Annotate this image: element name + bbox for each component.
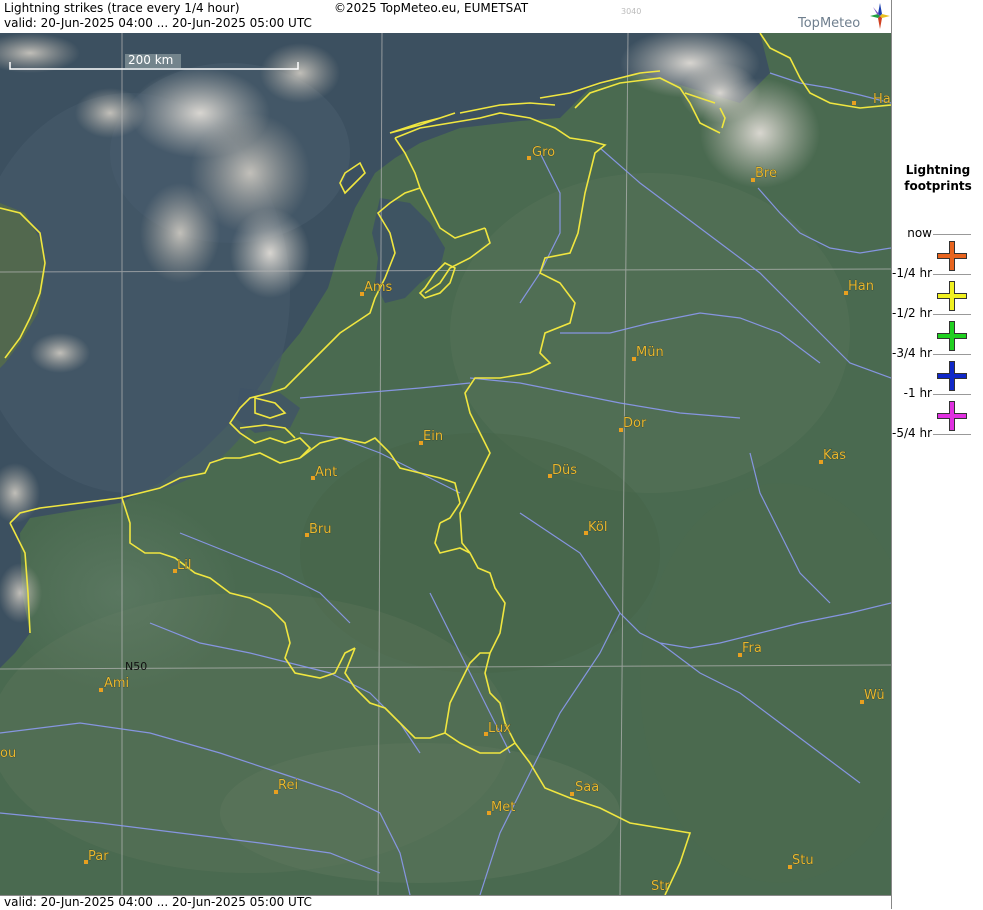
map-view[interactable]: N50 200 km Ha Bre Gro Ams Han Mün Dor Ei… (0, 33, 891, 895)
legend-divider (933, 394, 971, 395)
legend-divider (933, 354, 971, 355)
city-dot (99, 688, 103, 692)
scale-label: 200 km (128, 53, 173, 67)
map-title: Lightning strikes (trace every 1/4 hour) (4, 1, 240, 15)
map-code: 3040 (621, 7, 642, 16)
legend-row: -1 hr (892, 386, 983, 434)
lightning-legend: Lightning footprints -5/4 hr now -1/4 hr -… (891, 0, 983, 909)
city-label-hamburg: Ha (873, 92, 891, 107)
city-label-brussels: Bru (309, 522, 332, 537)
legend-label: now (907, 226, 932, 240)
legend-divider (933, 274, 971, 275)
footer-valid-time: valid: 20-Jun-2025 04:00 ... 20-Jun-2025… (4, 895, 312, 909)
satellite-map[interactable]: N50 200 km Ha Bre Gro Ams Han Mün Dor Ei… (0, 33, 891, 895)
city-label-koeln: Köl (588, 520, 607, 535)
city-label-stuttgart: Stu (792, 853, 814, 868)
city-label-frankfurt: Fra (742, 641, 762, 656)
topmeteo-logo[interactable]: TopMeteo (798, 3, 890, 31)
logo-text: TopMeteo (798, 16, 861, 31)
lightning-cross-icon (937, 361, 967, 391)
legend-label: -1/2 hr (892, 306, 932, 320)
lightning-cross-icon (937, 321, 967, 351)
legend-divider (933, 314, 971, 315)
legend-title: Lightning footprints (892, 162, 983, 194)
lightning-cross-icon (937, 401, 967, 431)
lightning-cross-icon (937, 281, 967, 311)
city-label-bremen: Bre (755, 166, 777, 181)
city-label-hannover: Han (848, 279, 874, 294)
city-label-paris: Par (88, 849, 109, 864)
legend-label: -1/4 hr (892, 266, 932, 280)
valid-time: valid: 20-Jun-2025 04:00 ... 20-Jun-2025… (4, 16, 312, 30)
legend-title-line1: Lightning (905, 163, 971, 177)
compass-star-icon (870, 3, 890, 29)
latitude-label: N50 (125, 660, 147, 673)
city-label-amiens: Ami (104, 676, 129, 691)
legend-label: -1 hr (903, 386, 932, 400)
city-label-dortmund: Dor (623, 416, 647, 431)
city-label-duesseldorf: Düs (552, 463, 577, 478)
map-header: Lightning strikes (trace every 1/4 hour)… (0, 0, 891, 33)
city-label-strasbourg: Str (651, 879, 670, 894)
city-label-kassel: Kas (823, 448, 846, 463)
city-label-amsterdam: Ams (364, 280, 393, 295)
legend-divider (933, 234, 971, 235)
city-label-saarbruecken: Saa (575, 780, 599, 795)
city-label-rouen: ou (0, 746, 16, 761)
legend-title-line2: footprints (904, 179, 972, 193)
city-label-luxembourg: Lux (488, 721, 511, 736)
city-label-metz: Met (491, 800, 515, 815)
city-label-reims: Rei (278, 778, 298, 793)
lightning-cross-icon (937, 241, 967, 271)
city-dot (527, 156, 531, 160)
city-label-muenster: Mün (636, 345, 664, 360)
city-label-antwerp: Ant (315, 465, 337, 480)
legend-divider (933, 434, 971, 435)
city-label-lille: Lil (177, 558, 191, 573)
copyright: ©2025 TopMeteo.eu, EUMETSAT (334, 1, 529, 15)
map-footer: valid: 20-Jun-2025 04:00 ... 20-Jun-2025… (0, 895, 891, 910)
city-label-eindhoven: Ein (423, 429, 443, 444)
city-dot (852, 101, 856, 105)
city-label-wuerzburg: Wü (864, 688, 885, 703)
city-dot (570, 792, 574, 796)
city-label-groningen: Gro (532, 145, 555, 160)
legend-label: -3/4 hr (892, 346, 932, 360)
